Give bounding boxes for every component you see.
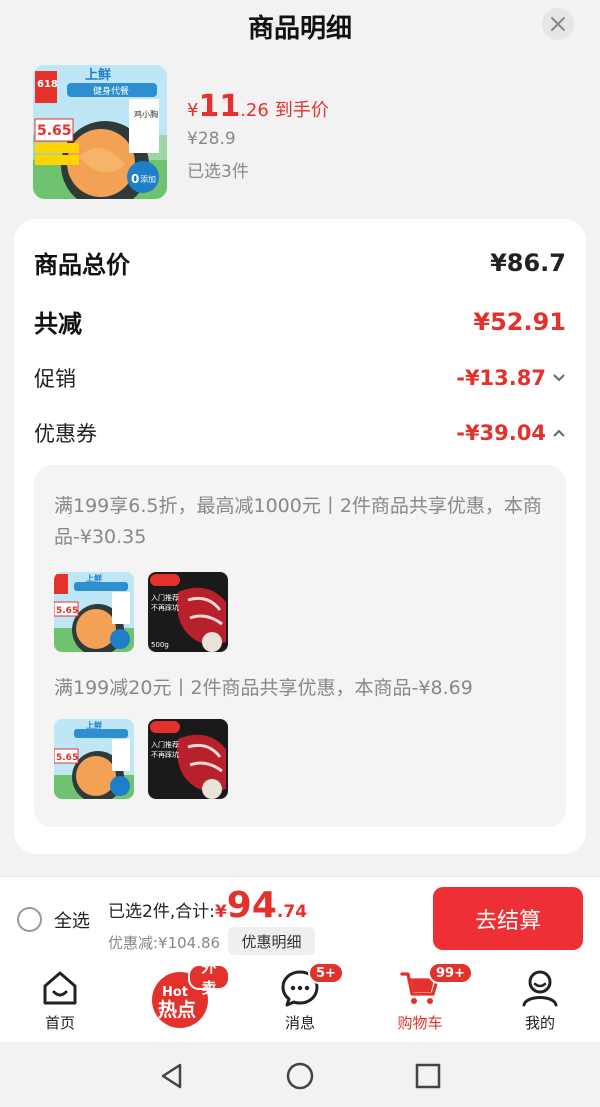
svg-text:不再踩坑: 不再踩坑 <box>151 750 179 759</box>
svg-text:不再踩坑: 不再踩坑 <box>151 603 179 612</box>
close-button[interactable] <box>542 8 574 40</box>
svg-text:入门推荐: 入门推荐 <box>151 740 179 749</box>
tab-home[interactable]: 首页 <box>10 960 110 1042</box>
checkout-bar: 全选 已选2件,合计:¥94.74 优惠减:¥104.86 优惠明细 去结算 <box>0 876 600 960</box>
cart-total: 已选2件,合计:¥94.74 <box>108 885 308 926</box>
svg-text:入门推荐: 入门推荐 <box>151 593 179 602</box>
recent-apps-icon[interactable] <box>414 1062 442 1090</box>
tab-profile[interactable]: 我的 <box>490 960 590 1042</box>
svg-text:鸡小胸: 鸡小胸 <box>134 109 158 119</box>
coupon-row[interactable]: 优惠券 -¥39.04 <box>34 418 566 448</box>
tab-home-label: 首页 <box>44 1014 75 1032</box>
svg-text:上鲜: 上鲜 <box>86 573 102 583</box>
tab-cart-label: 购物车 <box>397 1014 443 1032</box>
product-thumbnail-beef[interactable]: 入门推荐 不再踩坑 500g <box>148 572 228 652</box>
svg-text:5.65: 5.65 <box>56 753 78 763</box>
cart-badge: 99+ <box>428 962 473 984</box>
svg-text:热点: 热点 <box>158 998 196 1021</box>
price-breakdown-card: 商品总价 ¥86.7 共减 ¥52.91 促销 -¥13.87 优惠券 -¥39… <box>14 219 586 854</box>
svg-text:Hot: Hot <box>162 985 188 1000</box>
coupon-details: 满199享6.5折，最高减1000元丨2件商品共享优惠，本商品-¥30.35 上… <box>34 465 566 827</box>
total-reduce-row: 共减 ¥52.91 <box>34 304 566 339</box>
svg-text:健身代餐: 健身代餐 <box>93 85 129 97</box>
svg-text:5.65: 5.65 <box>37 123 72 139</box>
tab-messages[interactable]: 5+ 消息 <box>250 960 350 1042</box>
back-icon[interactable] <box>158 1062 186 1090</box>
coupon-description: 满199减20元丨2件商品共享优惠，本商品-¥8.69 <box>54 677 473 699</box>
promotion-label: 促销 <box>34 367 76 391</box>
profile-icon <box>522 970 558 1007</box>
product-thumbnail-chicken[interactable]: 上鲜 5.65 <box>54 719 134 799</box>
discount-total: 优惠减:¥104.86 <box>108 934 221 952</box>
select-all-radio[interactable] <box>17 907 42 932</box>
coupon-description: 满199享6.5折，最高减1000元丨2件商品共享优惠，本商品-¥30.35 <box>54 495 542 548</box>
product-thumbnail[interactable]: 上鲜 618 5.65 健身代餐 鸡小胸 0 添加 <box>33 65 167 199</box>
product-thumbnail-chicken[interactable]: 上鲜 5.65 <box>54 572 134 652</box>
chevron-down-icon <box>553 374 565 382</box>
home-circle-icon[interactable] <box>286 1062 314 1090</box>
coupon-label: 优惠券 <box>34 422 97 446</box>
svg-text:0: 0 <box>131 172 139 186</box>
deal-price: ¥11.26 到手价 <box>187 89 329 124</box>
home-icon <box>43 971 77 1005</box>
message-badge: 5+ <box>308 962 344 984</box>
takeaway-badge: 外卖 <box>188 958 230 997</box>
svg-text:618: 618 <box>37 79 58 90</box>
bottom-tab-bar: 首页 Hot 热点 外卖 5+ 消息 99+ 购物车 我的 <box>0 958 600 1042</box>
select-all-label[interactable]: 全选 <box>54 907 90 933</box>
system-navigation-bar <box>0 1042 600 1107</box>
total-price-label: 商品总价 <box>34 251 130 279</box>
svg-text:上鲜: 上鲜 <box>85 67 111 83</box>
total-price-value: ¥86.7 <box>490 248 566 277</box>
tab-messages-label: 消息 <box>284 1014 315 1032</box>
product-detail-sheet: 商品明细 上鲜 618 5.65 健身代餐 鸡小胸 0 添加 ¥11.26 到手… <box>0 0 600 876</box>
close-icon <box>551 17 565 31</box>
total-reduce-value: ¥52.91 <box>473 307 566 336</box>
coupon-product-list: 上鲜 5.65 入门推荐 不再踩坑 500g <box>54 572 228 652</box>
total-price-row: 商品总价 ¥86.7 <box>34 245 566 280</box>
svg-text:5.65: 5.65 <box>56 606 78 616</box>
svg-text:上鲜: 上鲜 <box>86 720 102 730</box>
promotion-value: -¥13.87 <box>456 366 546 390</box>
coupon-product-list: 上鲜 5.65 入门推荐 不再踩坑 <box>54 719 228 799</box>
svg-text:添加: 添加 <box>140 174 156 184</box>
product-summary: 上鲜 618 5.65 健身代餐 鸡小胸 0 添加 ¥11.26 到手价 ¥28.… <box>33 65 573 200</box>
promotion-row[interactable]: 促销 -¥13.87 <box>34 363 566 393</box>
tab-profile-label: 我的 <box>524 1014 555 1032</box>
tab-cart[interactable]: 99+ 购物车 <box>370 960 473 1042</box>
sheet-title: 商品明细 <box>247 14 352 44</box>
checkout-button[interactable]: 去结算 <box>433 887 583 950</box>
chevron-up-icon <box>553 429 565 437</box>
product-thumbnail-beef[interactable]: 入门推荐 不再踩坑 <box>148 719 228 799</box>
discount-detail-button[interactable]: 优惠明细 <box>228 927 315 955</box>
svg-text:500g: 500g <box>151 641 169 649</box>
tab-hot[interactable]: Hot 热点 外卖 <box>130 958 230 1042</box>
sheet-header: 商品明细 <box>0 0 600 50</box>
selected-count: 已选3件 <box>187 162 249 182</box>
total-reduce-label: 共减 <box>34 310 82 338</box>
original-price: ¥28.9 <box>187 129 236 149</box>
coupon-value: -¥39.04 <box>456 421 546 445</box>
